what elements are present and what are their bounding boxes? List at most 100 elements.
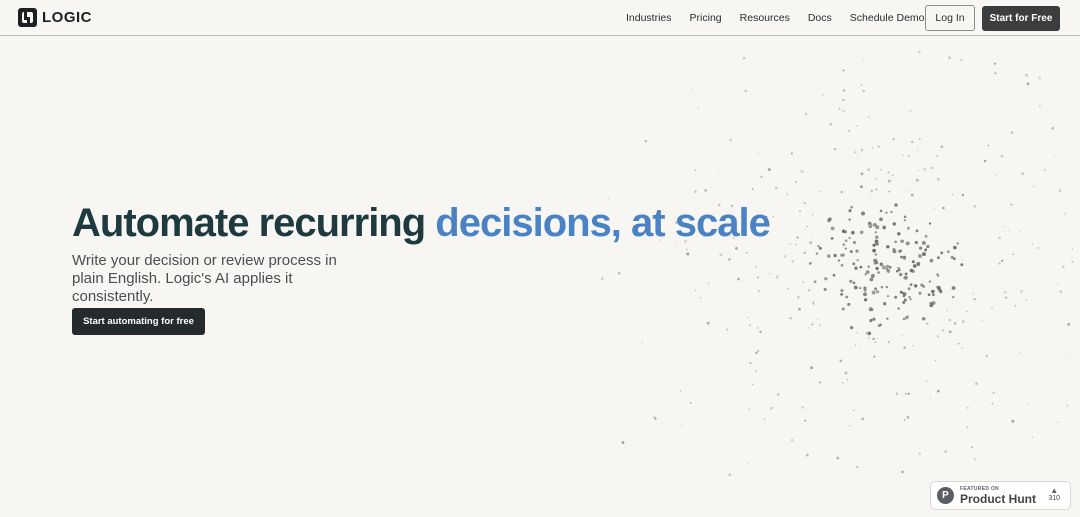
decorative-dot xyxy=(600,277,604,281)
decorative-dot xyxy=(1043,169,1046,171)
nav-link-resources[interactable]: Resources xyxy=(740,12,790,24)
hero-subtitle: Write your decision or review process in… xyxy=(72,252,337,305)
decorative-dot xyxy=(856,259,859,262)
decorative-dot xyxy=(873,355,876,358)
decorative-dot xyxy=(929,397,932,399)
decorative-dot xyxy=(811,323,814,326)
decorative-dot xyxy=(798,307,801,311)
decorative-dot xyxy=(756,349,760,353)
decorative-dot xyxy=(870,189,873,192)
decorative-dot xyxy=(879,323,882,327)
decorative-dot xyxy=(931,301,936,305)
decorative-dot xyxy=(697,107,699,109)
decorative-dot xyxy=(868,307,873,312)
decorative-dot xyxy=(880,286,884,289)
decorative-dot xyxy=(834,148,836,151)
decorative-dot xyxy=(1012,253,1015,256)
decorative-dot xyxy=(916,149,919,151)
decorative-dot xyxy=(803,251,806,255)
decorative-dot xyxy=(852,262,856,266)
decorative-dot xyxy=(1001,199,1003,201)
decorative-dot xyxy=(803,228,806,231)
decorative-dot xyxy=(951,193,954,196)
nav-link-schedule-demo[interactable]: Schedule Demo xyxy=(850,12,925,24)
decorative-dot xyxy=(1019,231,1021,233)
decorative-dot xyxy=(906,415,910,419)
product-hunt-badge[interactable]: P FEATURED ON Product Hunt ▲ 310 xyxy=(930,481,1071,510)
decorative-dot xyxy=(1004,225,1006,228)
decorative-dot xyxy=(840,253,844,257)
nav-link-docs[interactable]: Docs xyxy=(808,12,832,24)
decorative-dot xyxy=(876,337,878,340)
decorative-dot xyxy=(874,231,877,234)
decorative-dot xyxy=(927,293,931,297)
decorative-dot xyxy=(819,324,821,327)
decorative-dot xyxy=(1071,260,1074,263)
decorative-dot xyxy=(833,253,837,258)
decorative-dot xyxy=(900,239,904,243)
decorative-dot xyxy=(842,99,845,102)
decorative-dot xyxy=(1066,404,1069,407)
decorative-dot xyxy=(747,462,749,464)
decorative-dot xyxy=(903,419,906,421)
decorative-dot xyxy=(841,229,846,233)
decorative-dot xyxy=(952,295,955,299)
decorative-dot xyxy=(776,393,780,397)
upvote-arrow-icon: ▲ xyxy=(1050,486,1059,495)
decorative-dot xyxy=(899,249,902,252)
decorative-dot xyxy=(918,137,921,141)
decorative-dot xyxy=(772,215,774,218)
decorative-dot xyxy=(903,276,906,280)
decorative-dot xyxy=(601,304,604,307)
decorative-dot xyxy=(994,72,997,75)
decorative-dot xyxy=(789,242,792,246)
cta-start-automating-button[interactable]: Start automating for free xyxy=(72,308,205,335)
nav-link-industries[interactable]: Industries xyxy=(626,12,672,24)
decorative-dot xyxy=(815,252,819,255)
decorative-dot xyxy=(803,202,806,205)
brand-logo[interactable]: LOGIC xyxy=(18,8,92,27)
decorative-dot xyxy=(807,288,811,292)
decorative-dot xyxy=(875,225,880,230)
decorative-dot xyxy=(801,405,804,409)
decorative-dot xyxy=(868,223,873,228)
decorative-dot xyxy=(842,89,846,92)
decorative-dot xyxy=(877,145,880,148)
decorative-dot xyxy=(921,316,926,321)
nav-link-pricing[interactable]: Pricing xyxy=(690,12,722,24)
decorative-dot xyxy=(842,243,846,246)
decorative-dot xyxy=(891,174,894,177)
decorative-dot xyxy=(757,276,759,279)
decorative-dot xyxy=(930,166,933,170)
decorative-dot xyxy=(822,93,824,96)
decorative-dot xyxy=(905,241,910,246)
decorative-dot xyxy=(924,248,928,252)
decorative-dot xyxy=(892,248,896,252)
decorative-dot xyxy=(871,146,874,149)
decorative-dot xyxy=(837,259,841,262)
decorative-dot xyxy=(694,190,697,193)
decorative-dot xyxy=(909,298,912,301)
decorative-dot xyxy=(914,240,918,245)
decorative-dot xyxy=(824,277,828,281)
decorative-dot xyxy=(849,325,854,330)
decorative-dot xyxy=(987,144,990,147)
decorative-dot xyxy=(848,425,851,427)
brand-name: LOGIC xyxy=(42,9,92,26)
decorative-dot xyxy=(917,50,921,54)
decorative-dot xyxy=(882,225,887,230)
decorative-dot xyxy=(922,285,926,288)
start-free-button[interactable]: Start for Free xyxy=(982,6,1060,31)
decorative-dot xyxy=(918,452,921,455)
login-button[interactable]: Log In xyxy=(925,5,975,31)
decorative-dot xyxy=(890,210,893,214)
decorative-dot xyxy=(966,407,969,409)
logo-mark-icon xyxy=(18,8,37,27)
decorative-dot xyxy=(937,178,940,181)
decorative-dot xyxy=(847,302,851,306)
product-hunt-featured-label: FEATURED ON xyxy=(960,485,1000,492)
decorative-dot xyxy=(892,222,896,226)
decorative-dot xyxy=(898,272,903,277)
decorative-dot xyxy=(875,188,878,191)
decorative-dot xyxy=(869,318,873,322)
